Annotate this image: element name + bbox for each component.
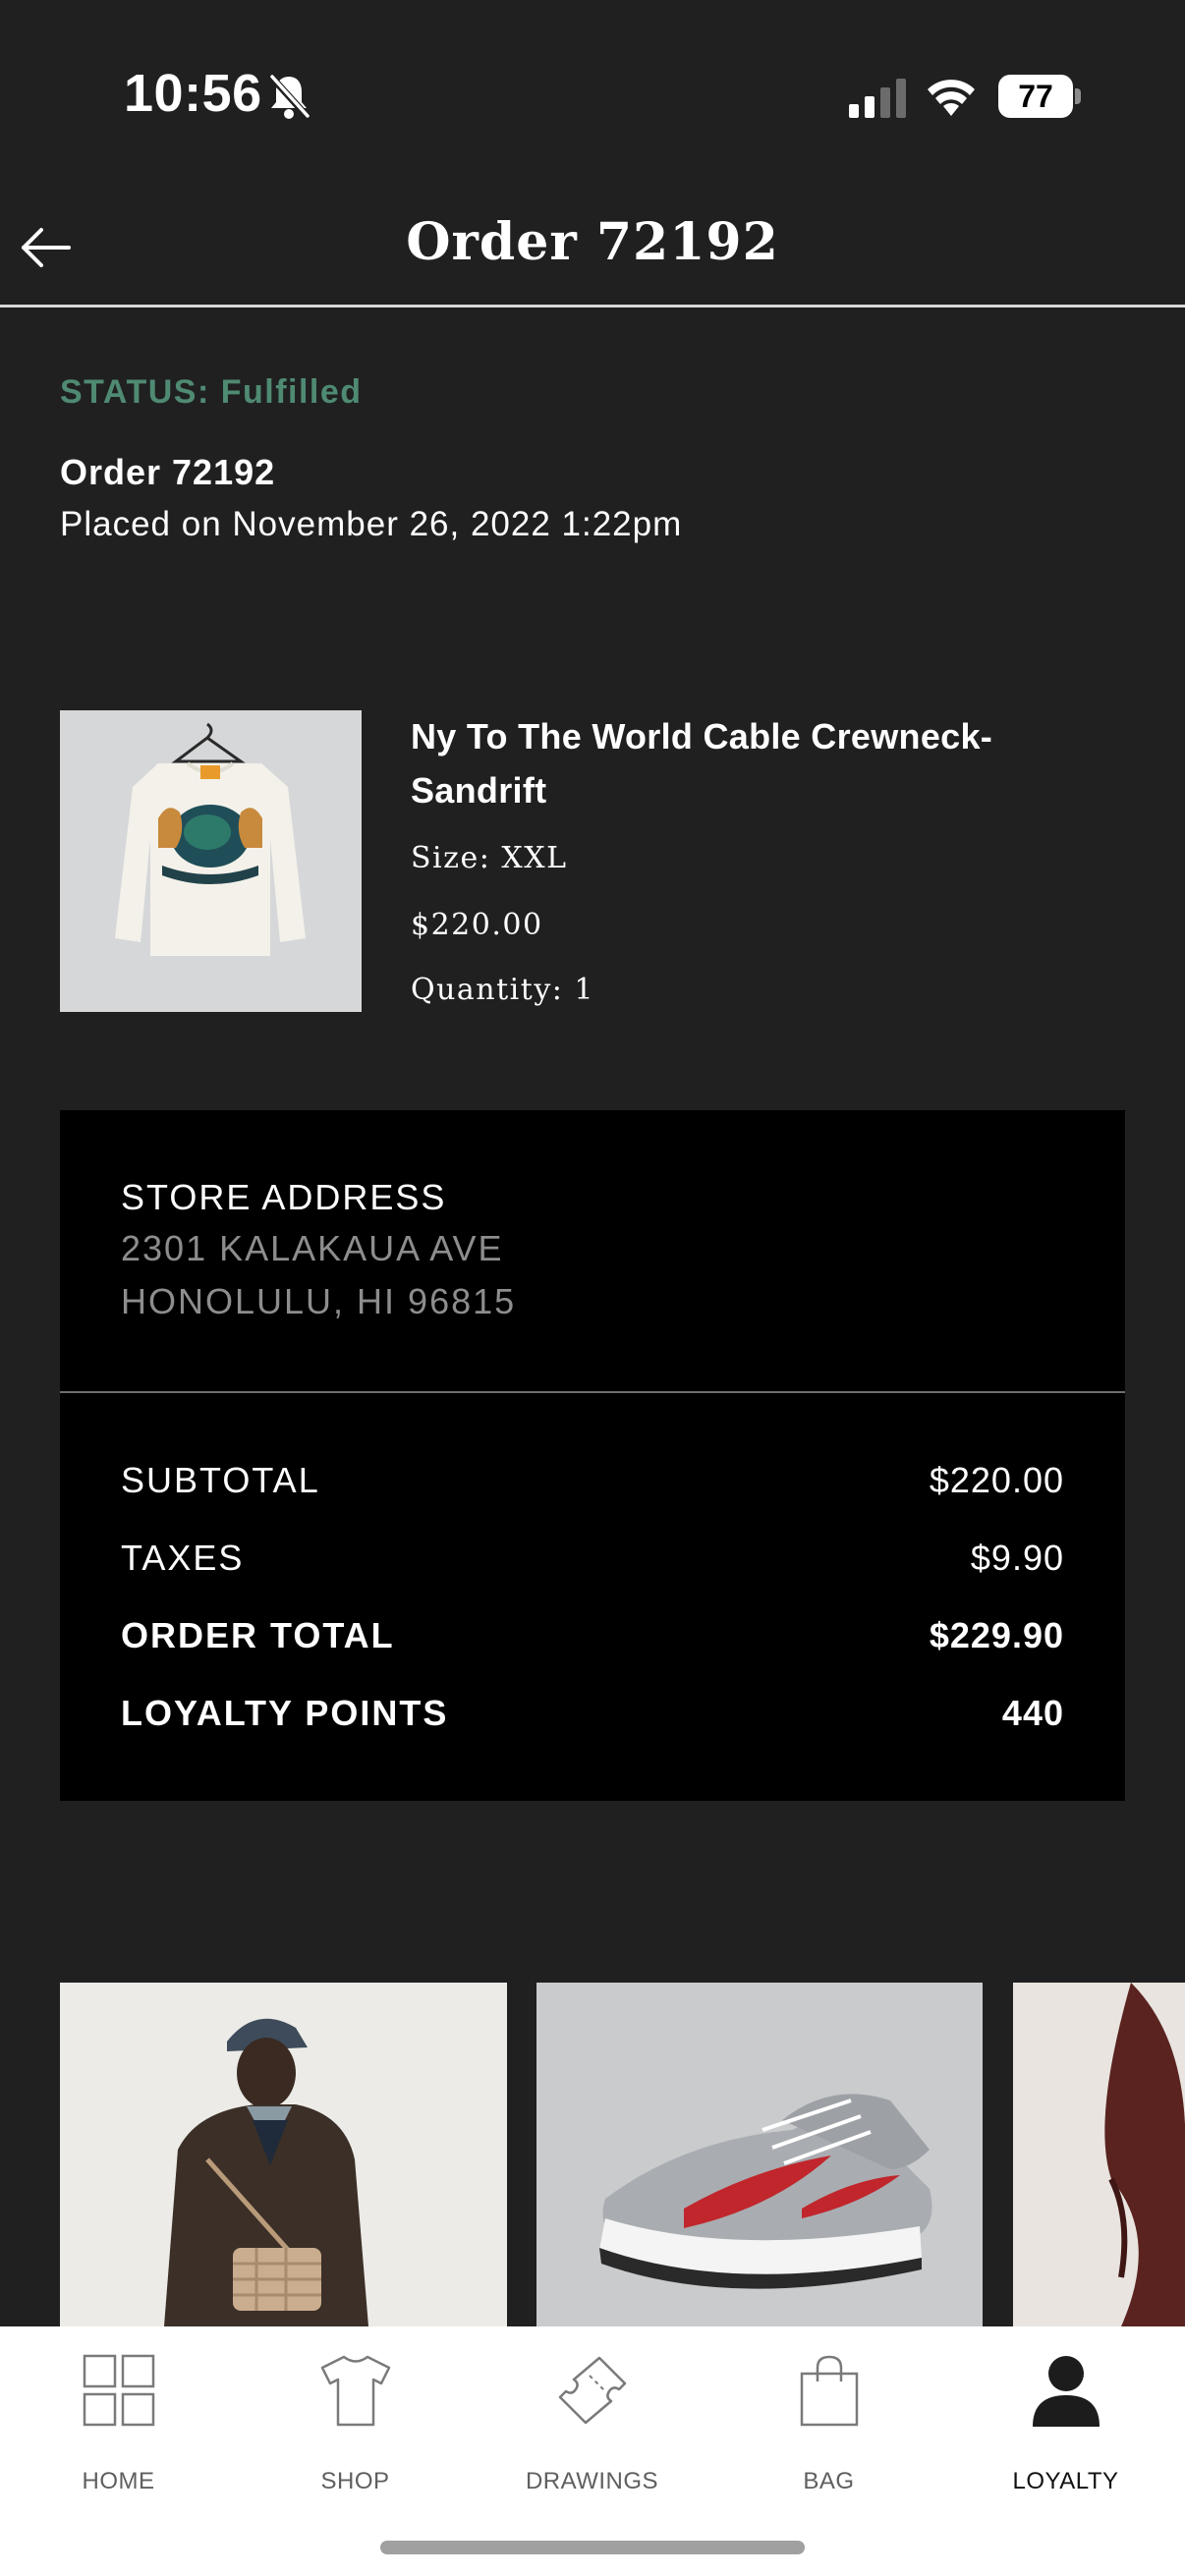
tab-drawings[interactable]: DRAWINGS bbox=[474, 2344, 710, 2501]
loyalty-points-label: LOYALTY POINTS bbox=[121, 1693, 449, 1733]
page-title: Order 72192 bbox=[406, 212, 779, 272]
subtotal-row: SUBTOTAL $220.00 bbox=[121, 1460, 1064, 1509]
store-address-line2: HONOLULU, HI 96815 bbox=[121, 1281, 517, 1321]
taxes-label: TAXES bbox=[121, 1538, 245, 1578]
subtotal-label: SUBTOTAL bbox=[121, 1460, 320, 1500]
tab-bag-label: BAG bbox=[803, 2468, 855, 2494]
store-address-line1: 2301 KALAKAUA AVE bbox=[121, 1228, 504, 1268]
recommendation-card-2[interactable] bbox=[536, 1983, 983, 2326]
order-total-value: $229.90 bbox=[929, 1615, 1064, 1655]
tab-home-label: HOME bbox=[82, 2468, 155, 2494]
garment-photo bbox=[1013, 1983, 1185, 2326]
order-number: Order 72192 bbox=[60, 452, 276, 492]
tab-bar: HOME SHOP DRAWINGS BAG LOYALTY bbox=[0, 2326, 1185, 2576]
tab-shop-label: SHOP bbox=[320, 2468, 390, 2494]
status-time: 10:56 bbox=[124, 64, 262, 123]
person-icon bbox=[1032, 2356, 1100, 2427]
order-total-label: ORDER TOTAL bbox=[121, 1615, 395, 1655]
grid-icon bbox=[83, 2354, 154, 2427]
taxes-row: TAXES $9.90 bbox=[121, 1538, 1064, 1587]
product-image[interactable] bbox=[60, 710, 362, 1012]
header-divider bbox=[0, 305, 1185, 308]
order-placed-date: Placed on November 26, 2022 1:22pm bbox=[60, 505, 683, 543]
battery-icon: 77 bbox=[998, 75, 1081, 118]
recommendation-card-1[interactable] bbox=[60, 1983, 507, 2326]
battery-level: 77 bbox=[998, 75, 1073, 118]
recommendation-card-3[interactable] bbox=[1013, 1983, 1185, 2326]
ticket-icon bbox=[558, 2356, 626, 2425]
model-photo bbox=[60, 1983, 507, 2326]
product-size: Size: XXL bbox=[411, 841, 568, 875]
loyalty-points-value: 440 bbox=[1001, 1693, 1064, 1733]
status-bar: 10:56 77 bbox=[0, 0, 1185, 187]
shopping-bag-icon bbox=[800, 2355, 858, 2427]
product-price: $220.00 bbox=[411, 908, 543, 942]
product-quantity: Quantity: 1 bbox=[411, 973, 595, 1007]
order-total-row: ORDER TOTAL $229.90 bbox=[121, 1615, 1064, 1664]
order-summary-panel: STORE ADDRESS 2301 KALAKAUA AVE HONOLULU… bbox=[60, 1110, 1125, 1801]
subtotal-value: $220.00 bbox=[929, 1460, 1064, 1500]
bell-slash-icon bbox=[268, 74, 310, 120]
tshirt-icon bbox=[320, 2355, 390, 2427]
taxes-value: $9.90 bbox=[970, 1538, 1064, 1578]
order-status: STATUS: Fulfilled bbox=[60, 373, 363, 411]
summary-divider bbox=[60, 1391, 1125, 1393]
home-indicator bbox=[380, 2541, 805, 2554]
header: Order 72192 bbox=[0, 187, 1185, 308]
tab-loyalty-label: LOYALTY bbox=[1012, 2468, 1119, 2494]
loyalty-points-row: LOYALTY POINTS 440 bbox=[121, 1693, 1064, 1742]
sweater-image bbox=[60, 710, 362, 1012]
wifi-icon bbox=[928, 80, 975, 116]
tab-bag[interactable]: BAG bbox=[710, 2344, 947, 2501]
cellular-signal-icon bbox=[849, 79, 906, 118]
tab-home[interactable]: HOME bbox=[0, 2344, 237, 2501]
sneaker-photo bbox=[536, 1983, 983, 2326]
product-name[interactable]: Ny To The World Cable Crewneck-Sandrift bbox=[411, 709, 1079, 817]
tab-drawings-label: DRAWINGS bbox=[525, 2468, 659, 2494]
tab-shop[interactable]: SHOP bbox=[237, 2344, 474, 2501]
tab-loyalty[interactable]: LOYALTY bbox=[947, 2344, 1184, 2501]
store-address-heading: STORE ADDRESS bbox=[121, 1177, 447, 1217]
